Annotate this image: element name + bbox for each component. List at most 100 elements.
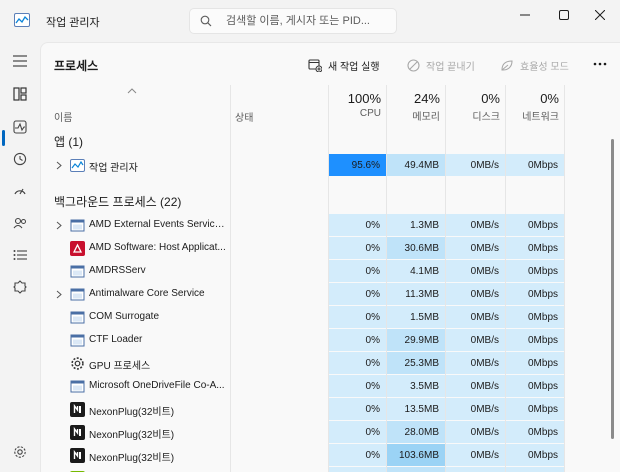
process-net-cell: 0Mbps — [506, 444, 564, 467]
column-status[interactable]: 상태 — [235, 109, 253, 124]
process-cpu-cell: 0% — [329, 421, 386, 444]
process-disk-cell: 0MB/s — [446, 444, 505, 467]
disk-total: 0% — [481, 91, 500, 106]
process-row[interactable]: COM Surrogate 0% 1.5MB 0MB/s 0Mbps — [41, 306, 620, 329]
efficiency-mode-button[interactable]: 효율성 모드 — [500, 55, 569, 75]
process-cpu-cell: 0% — [329, 237, 386, 260]
nav-item-users[interactable] — [8, 211, 32, 235]
process-name: AMD Software: Host Applicat... — [89, 242, 226, 253]
service-window-icon — [70, 333, 85, 348]
group-title: 백그라운드 프로세스 (22) — [54, 195, 182, 209]
process-name: COM Surrogate — [89, 311, 160, 322]
hamburger-menu-button[interactable] — [8, 49, 32, 73]
search-input[interactable] — [226, 13, 392, 29]
process-row[interactable]: AMDRSServ 0% 4.1MB 0MB/s 0Mbps — [41, 260, 620, 283]
process-row[interactable]: AMD External Events Service ... 0% 1.3MB 0M… — [41, 214, 620, 237]
processes-icon — [13, 87, 27, 101]
process-row[interactable]: 작업 관리자 95.6% 49.4MB 0MB/s 0Mbps — [41, 154, 620, 177]
process-cpu-cell: 0% — [329, 352, 386, 375]
memory-total: 24% — [413, 91, 440, 106]
column-network[interactable]: 0% 네트워크 — [506, 85, 565, 125]
process-net-cell: 0Mbps — [506, 214, 564, 237]
process-row[interactable]: AMD Software: Host Applicat... 0% 30.6MB 0M… — [41, 237, 620, 260]
process-mem-cell: 30.6MB — [387, 237, 445, 260]
nav-item-performance[interactable] — [8, 115, 32, 139]
column-header-row: 이름 상태 100% CPU 24% 메모리 0% 디스크 0% 네트워크 — [41, 85, 620, 125]
more-options-button[interactable] — [591, 56, 609, 72]
search-box[interactable] — [189, 8, 397, 34]
close-button[interactable] — [580, 4, 620, 26]
process-name: AMD External Events Service ... — [89, 219, 229, 230]
process-row[interactable]: CTF Loader 0% 29.9MB 0MB/s 0Mbps — [41, 329, 620, 352]
expand-chevron-icon[interactable] — [56, 221, 62, 230]
process-disk-cell: 0MB/s — [446, 154, 505, 177]
expand-chevron-icon[interactable] — [56, 290, 62, 299]
process-net-cell: 0Mbps — [506, 467, 564, 472]
new-task-label: 새 작업 실행 — [328, 61, 380, 73]
nav-item-startup-apps[interactable] — [8, 179, 32, 203]
minimize-icon — [520, 14, 530, 16]
process-cpu-cell: 0% — [329, 444, 386, 467]
process-name: NexonPlug(32비트) — [89, 453, 175, 464]
app-history-icon — [13, 152, 27, 166]
vertical-scrollbar[interactable] — [611, 139, 614, 439]
process-mem-cell: 11.3MB — [387, 283, 445, 306]
nav-item-processes[interactable] — [8, 82, 32, 106]
process-name: CTF Loader — [89, 334, 143, 345]
process-mem-cell: 25.3MB — [387, 352, 445, 375]
startup-apps-icon — [14, 188, 26, 195]
nexon-logo-icon — [70, 448, 85, 463]
process-row[interactable]: NexonPlug(32비트) 0% 28.0MB 0MB/s 0Mbps — [41, 421, 620, 444]
nav-item-app-history[interactable] — [8, 147, 32, 171]
nav-item-services[interactable] — [8, 275, 32, 299]
service-window-icon — [70, 264, 85, 279]
service-window-icon — [70, 287, 85, 302]
process-cpu-cell: 0% — [329, 306, 386, 329]
main-content: 프로세스 새 작업 실행 작업 끝내기 효율성 모드 이름 상태 100% CP… — [40, 42, 620, 472]
process-cpu-cell: 0% — [329, 467, 386, 472]
process-row[interactable]: NexonPlug(32비트) 0% 103.6MB 0MB/s 0Mbps — [41, 444, 620, 467]
column-disk[interactable]: 0% 디스크 — [446, 85, 506, 125]
sort-caret-icon[interactable] — [127, 88, 137, 94]
users-icon — [13, 217, 26, 229]
process-disk-cell: 0MB/s — [446, 329, 505, 352]
process-name: 작업 관리자 — [89, 163, 138, 174]
process-disk-cell: 0MB/s — [446, 214, 505, 237]
process-row[interactable]: GPU 프로세스 0% 25.3MB 0MB/s 0Mbps — [41, 352, 620, 375]
column-name[interactable]: 이름 — [54, 109, 72, 124]
app-title: 작업 관리자 — [46, 17, 100, 29]
process-row[interactable]: Microsoft OneDriveFile Co-A... 0% 3.5MB 0MB… — [41, 375, 620, 398]
process-disk-cell: 0MB/s — [446, 421, 505, 444]
expand-chevron-icon[interactable] — [56, 161, 62, 170]
task-manager-icon — [70, 158, 85, 173]
process-name: NexonPlug(32비트) — [89, 430, 175, 441]
more-icon — [593, 62, 607, 66]
process-net-cell: 0Mbps — [506, 329, 564, 352]
process-net-cell: 0Mbps — [506, 283, 564, 306]
process-row[interactable]: NVDisplay.Container0%23.0MB0MB/s0Mbps — [41, 467, 620, 472]
minimize-button[interactable] — [505, 4, 545, 26]
column-memory[interactable]: 24% 메모리 — [387, 85, 446, 125]
process-net-cell: 0Mbps — [506, 421, 564, 444]
gear-icon — [70, 356, 85, 371]
navigation-rail — [0, 42, 40, 472]
end-task-button[interactable]: 작업 끝내기 — [407, 55, 475, 75]
column-cpu[interactable]: 100% CPU — [329, 85, 387, 125]
process-name: AMDRSServ — [89, 265, 146, 276]
disk-label: 디스크 — [472, 112, 500, 123]
process-name: Microsoft OneDriveFile Co-A... — [89, 380, 225, 391]
process-net-cell: 0Mbps — [506, 154, 564, 177]
process-mem-cell: 13.5MB — [387, 398, 445, 421]
nav-item-details[interactable] — [8, 243, 32, 267]
process-name: NexonPlug(32비트) — [89, 407, 175, 418]
details-icon — [13, 250, 27, 260]
memory-label: 메모리 — [412, 112, 440, 123]
maximize-button[interactable] — [544, 4, 584, 26]
process-row[interactable]: Antimalware Core Service 0% 11.3MB 0MB/s 0Mb… — [41, 283, 620, 306]
process-name: Antimalware Core Service — [89, 288, 205, 299]
process-mem-cell: 1.3MB — [387, 214, 445, 237]
process-row[interactable]: NexonPlug(32비트) 0% 13.5MB 0MB/s 0Mbps — [41, 398, 620, 421]
nav-item-settings[interactable] — [8, 440, 32, 464]
new-task-button[interactable]: 새 작업 실행 — [308, 55, 380, 75]
network-total: 0% — [540, 91, 559, 106]
